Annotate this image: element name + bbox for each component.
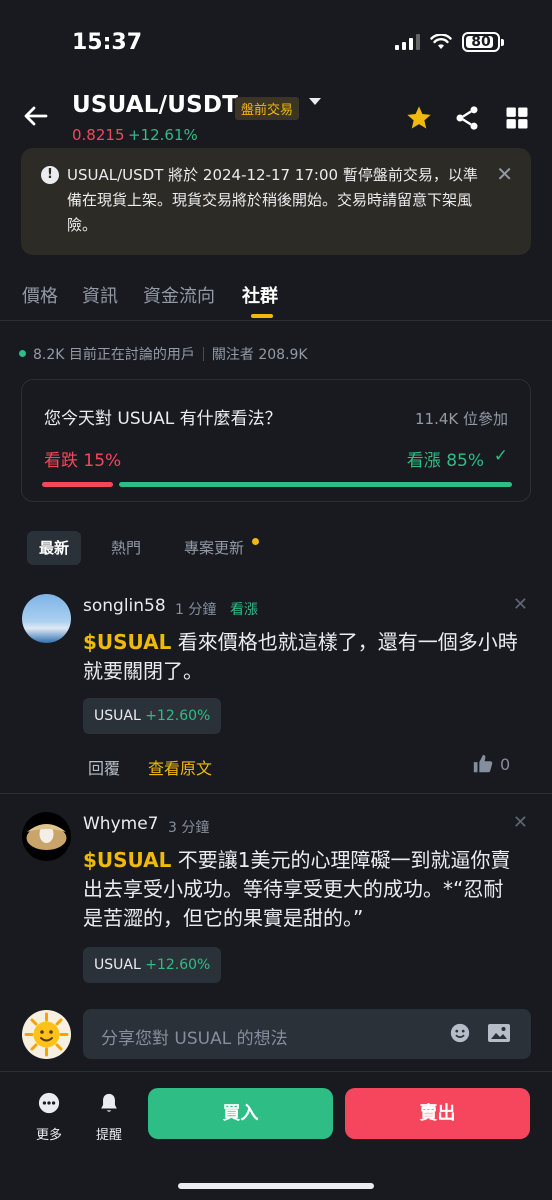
bearish-vote[interactable]: 看跌 15% [44,446,121,471]
bullish-bar [119,482,512,487]
notice-text: USUAL/USDT 將於 2024-12-17 17:00 暫停盤前交易，以準… [67,166,478,234]
battery-icon: 80 [462,32,500,52]
more-label: 更多 [35,1128,62,1143]
avatar[interactable] [22,594,71,643]
battery-level: 80 [471,34,491,50]
share-icon[interactable] [453,104,481,132]
bell-icon [101,1093,117,1112]
user-avatar-sun-icon[interactable] [22,1010,71,1059]
post-username[interactable]: songlin58 [83,596,166,616]
active-tab-indicator [251,314,273,318]
post-body[interactable]: $USUAL 看來價格也就這樣了，還有一個多小時就要關閉了。 [83,628,523,686]
coin-tag-change: +12.60% [145,708,211,724]
wifi-icon [430,34,452,49]
followers-count: 關注者 208.9K [211,347,308,363]
filter-latest[interactable]: 最新 [27,531,82,565]
price-change: +12.61% [128,126,198,144]
star-favorite-icon[interactable] [405,104,433,132]
poll-question: 您今天對 USUAL 有什麼看法？ [44,409,282,429]
bottom-action-bar: 更多 提醒 買入 賣出 [0,1071,552,1200]
close-icon[interactable]: ✕ [513,812,528,833]
cellular-signal-icon [395,34,420,50]
poll-participants: 11.4K 位參加 [414,410,508,428]
chevron-down-icon[interactable] [309,98,321,105]
post-body[interactable]: $USUAL 不要讓1美元的心理障礙一到就逼你賣出去享受小成功。等待享受更大的成… [83,846,523,933]
online-status-dot [19,350,26,357]
last-price: 0.8215 [72,126,125,144]
like-count: 0 [500,755,511,774]
close-icon[interactable]: ✕ [513,594,528,615]
check-icon: ✓ [493,446,508,466]
post-username[interactable]: Whyme7 [83,814,158,834]
filter-project-updates[interactable]: 專案更新 [172,531,256,565]
close-icon[interactable]: ✕ [496,162,513,186]
post-composer[interactable]: 分享您對 USUAL 的想法 [83,1009,531,1059]
more-button[interactable]: 更多 [27,1092,71,1143]
status-indicators: 80 [395,32,504,52]
home-indicator [178,1183,374,1189]
back-arrow-icon[interactable] [22,102,50,130]
post-sentiment: 看漲 [230,602,258,618]
buy-button[interactable]: 買入 [148,1088,333,1139]
sell-button[interactable]: 賣出 [345,1088,530,1139]
image-upload-icon[interactable] [487,1022,511,1044]
info-alert-icon: ! [41,166,59,184]
more-dots-icon [38,1092,60,1114]
status-time: 15:37 [72,30,143,55]
pair-title[interactable]: USUAL/USDT [72,92,238,118]
new-update-dot [252,538,259,545]
tab-info[interactable]: 資訊 [82,282,118,308]
view-original-button[interactable]: 查看原文 [148,755,212,779]
post-ticker[interactable]: $USUAL [83,630,171,654]
sentiment-poll: 您今天對 USUAL 有什麼看法？ 11.4K 位參加 看跌 15% 看漲 85… [21,379,531,502]
grid-menu-icon[interactable] [503,104,531,132]
bullish-vote[interactable]: 看漲 85% [407,446,484,471]
reply-button[interactable]: 回覆 [88,755,120,779]
coin-tag[interactable]: USUAL +12.60% [83,947,222,983]
alert-button[interactable]: 提醒 [87,1092,131,1143]
pre-market-badge: 盤前交易 [235,97,300,120]
emoji-icon[interactable] [449,1022,471,1044]
post-time: 1 分鐘 [175,602,217,618]
divider [0,320,552,321]
bearish-bar [42,482,113,487]
post-ticker[interactable]: $USUAL [83,848,171,872]
thumbs-up-icon[interactable] [472,753,494,775]
filter-hot[interactable]: 熱門 [99,531,153,565]
coin-tag-change: +12.60% [145,957,211,973]
coin-tag-symbol: USUAL [94,708,141,724]
post-time: 3 分鐘 [168,820,210,836]
tab-community[interactable]: 社群 [242,282,278,308]
discussion-stats: 8.2K 目前正在討論的用戶 關注者 208.9K [33,344,308,364]
tab-fund-flow[interactable]: 資金流向 [143,282,215,308]
online-users: 8.2K 目前正在討論的用戶 [33,347,195,363]
coin-tag[interactable]: USUAL +12.60% [83,698,222,734]
delisting-notice: ! USUAL/USDT 將於 2024-12-17 17:00 暫停盤前交易，… [21,148,531,255]
composer-placeholder: 分享您對 USUAL 的想法 [101,1029,288,1049]
tab-price[interactable]: 價格 [22,282,58,308]
divider [0,793,552,794]
alert-label: 提醒 [95,1128,122,1143]
coin-tag-symbol: USUAL [94,957,141,973]
avatar[interactable] [22,812,71,861]
